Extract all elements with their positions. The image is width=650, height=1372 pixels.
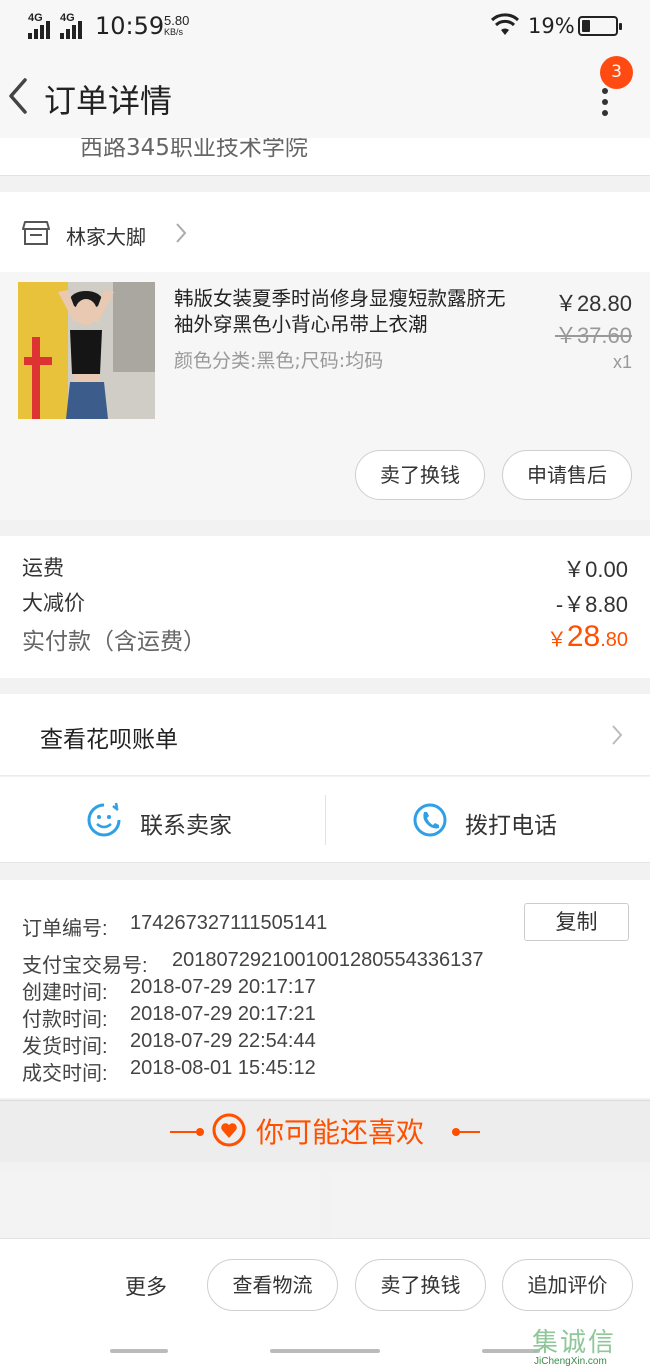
- recommend-header: 你可能还喜欢: [0, 1100, 650, 1162]
- paid-decimal: .80: [600, 629, 628, 651]
- alipay-no: 2018072921001001280554336137: [172, 949, 484, 971]
- created-label: 创建时间:: [22, 982, 108, 1004]
- nav-bar-indicator: [110, 1349, 168, 1353]
- product-price: ￥28.80: [554, 291, 632, 316]
- speed-value: 5.80: [164, 13, 190, 28]
- view-logistics-button[interactable]: 查看物流: [207, 1259, 338, 1311]
- contact-seller-label: 联系卖家: [140, 813, 232, 839]
- battery-percent: 19%: [528, 14, 575, 38]
- watermark-logo: 集诚信: [532, 1328, 617, 1358]
- nav-bar-indicator: [270, 1349, 380, 1353]
- clock: 10:59: [95, 12, 165, 40]
- price-summary: 运费 ￥0.00 大减价 -￥8.80 实付款（含运费） ￥28.80: [0, 536, 650, 678]
- back-arrow-icon[interactable]: [6, 76, 30, 116]
- product-original-price: ￥37.60: [554, 323, 632, 348]
- shipping-value: ￥0.00: [563, 557, 628, 582]
- add-review-button[interactable]: 追加评价: [502, 1259, 633, 1311]
- paid-amount: ￥28.80: [547, 620, 628, 654]
- notification-badge: 3: [600, 56, 633, 89]
- call-phone-button[interactable]: 拨打电话: [326, 777, 650, 863]
- paid-time: 2018-07-29 20:17:21: [130, 1003, 316, 1025]
- done-time: 2018-08-01 15:45:12: [130, 1057, 316, 1079]
- chat-face-icon: [87, 802, 121, 837]
- discount-value: -￥8.80: [555, 592, 628, 617]
- speed-unit: KB/s: [164, 27, 184, 37]
- order-no: 174267327111505141: [130, 912, 328, 934]
- product-quantity: x1: [612, 352, 632, 372]
- address-card: 西路345职业技术学院: [0, 138, 650, 176]
- network-speed: 5.80 KB/s: [164, 14, 189, 37]
- shipped-time: 2018-07-29 22:54:44: [130, 1030, 316, 1052]
- address-text: 西路345职业技术学院: [80, 138, 308, 161]
- more-menu-icon[interactable]: [600, 88, 610, 118]
- battery-icon: [578, 16, 622, 36]
- watermark-text: JiChengXin.com: [534, 1356, 607, 1367]
- shipped-label: 发货时间:: [22, 1036, 108, 1058]
- paid-integer: 28: [566, 620, 601, 653]
- recommend-card[interactable]: [0, 1172, 320, 1242]
- page-title: 订单详情: [44, 82, 173, 120]
- line-left: [170, 1131, 198, 1133]
- call-phone-label: 拨打电话: [465, 813, 557, 839]
- product-title[interactable]: 韩版女装夏季时尚修身显瘦短款露脐无袖外穿黑色小背心吊带上衣潮: [174, 286, 524, 338]
- huabei-label: 查看花呗账单: [40, 727, 178, 753]
- resell-button[interactable]: 卖了换钱: [355, 450, 485, 500]
- dot-left: [196, 1128, 204, 1136]
- shop-row[interactable]: 林家大脚: [0, 192, 650, 272]
- contact-seller-button[interactable]: 联系卖家: [0, 777, 325, 863]
- created-time: 2018-07-29 20:17:17: [130, 976, 316, 998]
- more-button[interactable]: 更多: [125, 1271, 167, 1301]
- discount-label: 大减价: [22, 591, 85, 615]
- heart-icon: [212, 1113, 246, 1147]
- wifi-icon: [490, 13, 520, 35]
- huabei-bill-row[interactable]: 查看花呗账单: [0, 694, 650, 776]
- shipping-label: 运费: [22, 556, 64, 580]
- order-no-label: 订单编号:: [22, 918, 108, 940]
- status-bar: 4G 4G 10:59 5.80 KB/s 19%: [0, 0, 650, 52]
- alipay-label: 支付宝交易号:: [22, 955, 148, 977]
- paid-symbol: ￥: [546, 629, 567, 651]
- after-sale-button[interactable]: 申请售后: [502, 450, 632, 500]
- chevron-right-icon: [612, 725, 623, 745]
- product-item[interactable]: 韩版女装夏季时尚修身显瘦短款露脐无袖外穿黑色小背心吊带上衣潮 颜色分类:黑色;尺…: [0, 272, 650, 520]
- order-info: 订单编号: 174267327111505141 复制 支付宝交易号: 2018…: [0, 880, 650, 1098]
- phone-icon: [413, 803, 447, 837]
- contact-row: 联系卖家 拨打电话: [0, 777, 650, 863]
- product-image[interactable]: [18, 282, 155, 419]
- recommend-title: 你可能还喜欢: [256, 1116, 425, 1149]
- product-sku: 颜色分类:黑色;尺码:均码: [174, 350, 384, 372]
- nav-header: 订单详情: [0, 52, 650, 138]
- resell-bottom-button[interactable]: 卖了换钱: [355, 1259, 486, 1311]
- shop-icon: [22, 221, 50, 245]
- paid-label: 实付款（含运费）: [22, 629, 206, 655]
- watermark: 集诚信 JiChengXin.com: [532, 1322, 650, 1372]
- copy-button[interactable]: 复制: [524, 903, 629, 941]
- chevron-right-icon: [176, 223, 187, 243]
- done-label: 成交时间:: [22, 1063, 108, 1085]
- line-right: [458, 1131, 480, 1133]
- shop-name: 林家大脚: [66, 225, 146, 249]
- recommend-card[interactable]: [331, 1172, 650, 1242]
- paid-time-label: 付款时间:: [22, 1009, 108, 1031]
